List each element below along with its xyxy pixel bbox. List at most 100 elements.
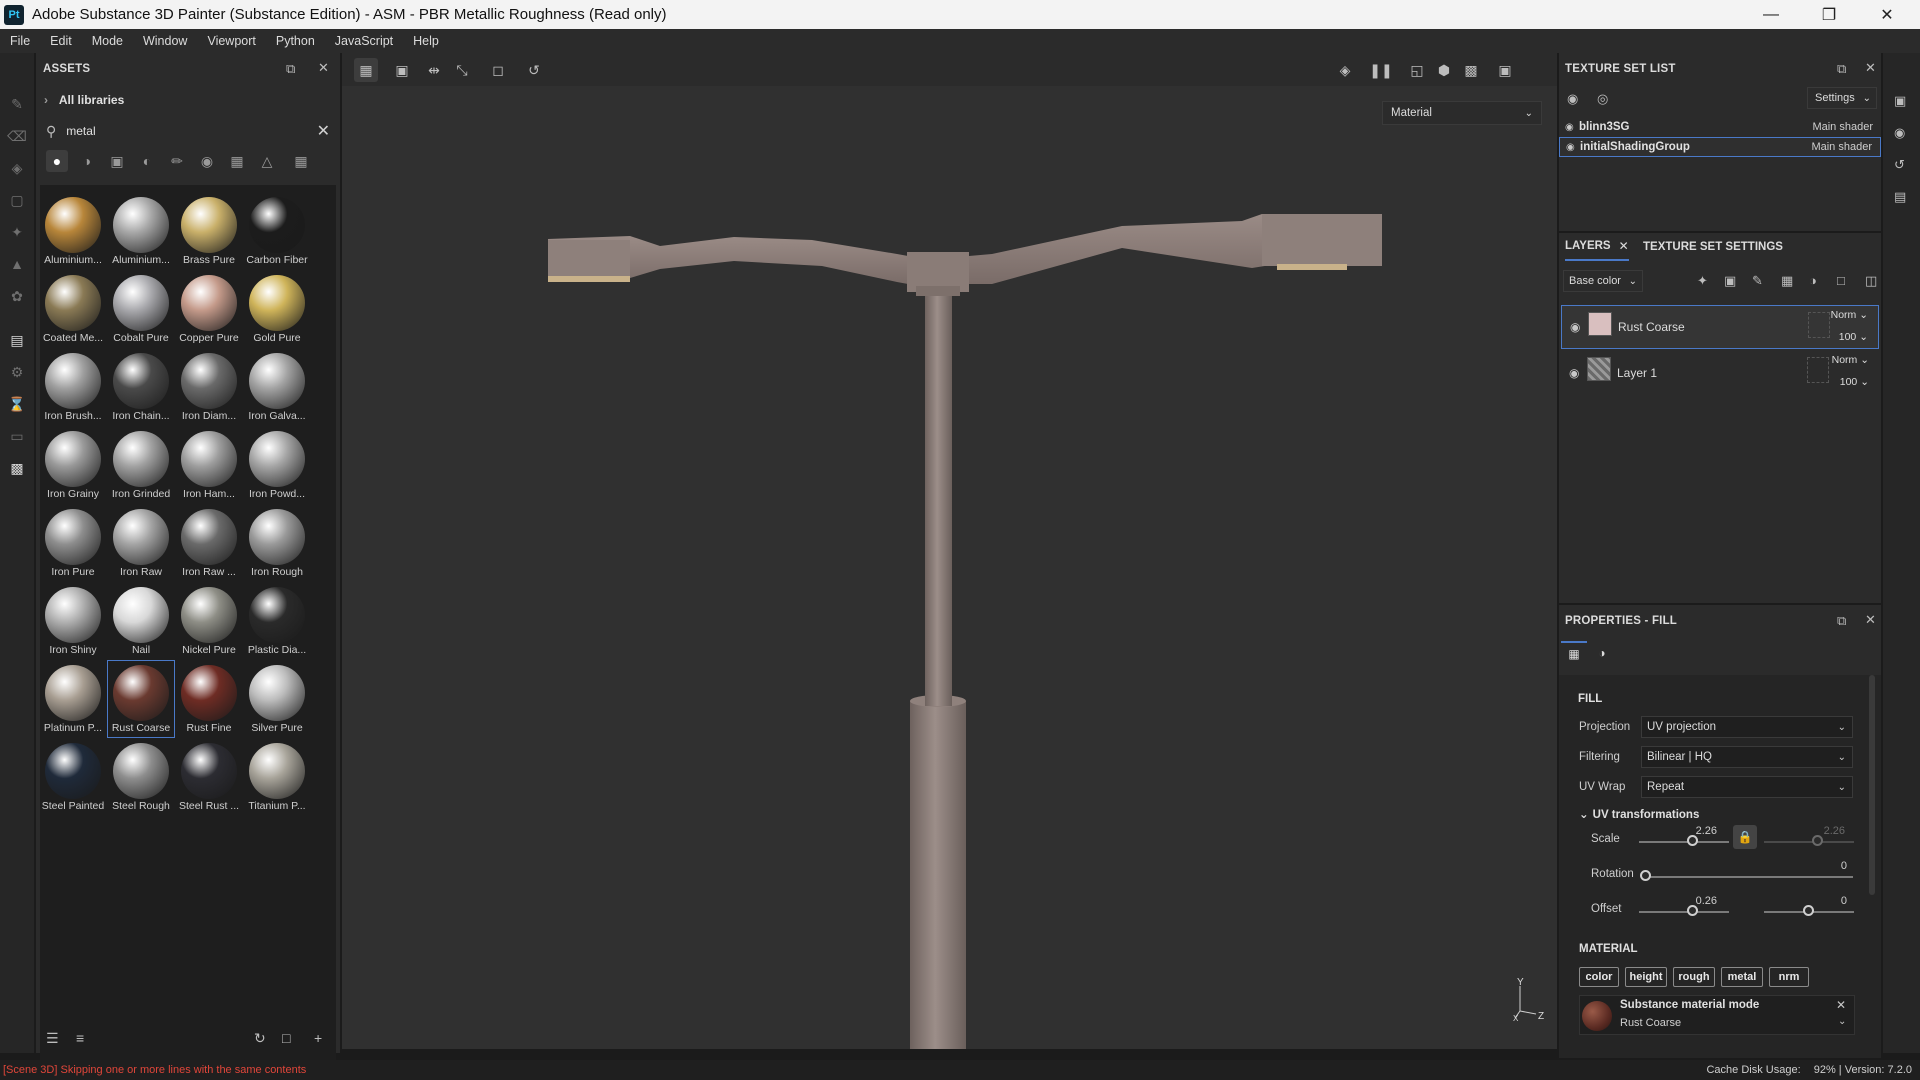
layer-row[interactable]: ◉ Layer 1 Norm ⌄ 100 ⌄ <box>1561 351 1879 395</box>
projection-dropdown[interactable]: UV projection ⌄ <box>1641 716 1853 738</box>
menu-window[interactable]: Window <box>133 34 197 48</box>
settings-dropdown[interactable]: Settings ⌄ <box>1807 87 1877 109</box>
pause-render-icon[interactable]: ❚❚ <box>1369 58 1393 82</box>
scale-slider-knob[interactable] <box>1687 835 1698 846</box>
asset-tile[interactable]: Iron Rough <box>244 505 310 581</box>
asset-tile[interactable]: Steel Rough <box>108 739 174 815</box>
menu-edit[interactable]: Edit <box>40 34 82 48</box>
eye-visibility-icon[interactable]: ◉ <box>1567 91 1578 107</box>
channel-height-button[interactable]: height <box>1625 967 1667 987</box>
asset-tile[interactable]: Titanium P... <box>244 739 310 815</box>
close-panel-icon[interactable]: ✕ <box>1865 612 1876 628</box>
blend-mode-dropdown[interactable]: Norm ⌄ <box>1831 309 1868 321</box>
layout-grid-icon[interactable]: ▣ <box>390 58 414 82</box>
asset-tile[interactable]: Nickel Pure <box>176 583 242 659</box>
environment-icon[interactable]: ◉ <box>1894 125 1905 141</box>
camera-icon[interactable]: ▩ <box>1459 58 1483 82</box>
close-panel-icon[interactable]: ✕ <box>1865 60 1876 76</box>
add-folder-icon[interactable]: □ <box>1837 273 1845 288</box>
offset-slider-knob-1[interactable] <box>1687 905 1698 916</box>
display-settings-icon[interactable]: ▣ <box>1894 93 1906 109</box>
add-effect-icon[interactable]: ✦ <box>1697 273 1708 289</box>
eye-solo-icon[interactable]: ◎ <box>1597 91 1608 107</box>
asset-tile[interactable]: Cobalt Pure <box>108 271 174 347</box>
eye-icon[interactable]: ◉ <box>1566 142 1575 153</box>
float-panel-icon[interactable]: ⧉ <box>1837 61 1846 77</box>
add-paint-layer-icon[interactable]: ✎ <box>1752 273 1763 289</box>
reset-camera-icon[interactable]: ↺ <box>522 58 546 82</box>
scale-slider-track[interactable] <box>1639 841 1729 843</box>
menu-viewport[interactable]: Viewport <box>197 34 265 48</box>
add-fill-layer-icon[interactable]: ▦ <box>1781 273 1793 289</box>
measure-icon[interactable]: ⌛ <box>6 393 28 415</box>
menu-javascript[interactable]: JavaScript <box>325 34 403 48</box>
align-icon[interactable]: ⤡ <box>450 58 474 82</box>
channel-rough-button[interactable]: rough <box>1673 967 1715 987</box>
lock-icon[interactable]: 🔒 <box>1733 825 1757 849</box>
offset-slider-track-1[interactable] <box>1639 911 1729 913</box>
close-window-button[interactable]: ✕ <box>1858 0 1916 29</box>
sort-icon[interactable]: ≡ <box>76 1030 84 1046</box>
channel-color-button[interactable]: color <box>1579 967 1619 987</box>
close-tab-icon[interactable]: ✕ <box>1619 239 1629 253</box>
textures-filter-icon[interactable]: ▦ <box>226 150 248 172</box>
list-view-icon[interactable]: ☰ <box>46 1030 59 1047</box>
add-smart-material-icon[interactable]: ◑ <box>1809 273 1817 288</box>
asset-tile[interactable]: Brass Pure <box>176 193 242 269</box>
tab-layers[interactable]: LAYERS ✕ <box>1565 233 1629 261</box>
fit-view-icon[interactable]: ◻ <box>486 58 510 82</box>
screenshot-icon[interactable]: ▣ <box>1493 58 1517 82</box>
refresh-icon[interactable]: ↻ <box>254 1030 266 1047</box>
add-icon[interactable]: + <box>314 1030 322 1046</box>
uvwrap-dropdown[interactable]: Repeat ⌄ <box>1641 776 1853 798</box>
tab-texture-set-settings[interactable]: TEXTURE SET SETTINGS <box>1643 233 1783 261</box>
channel-dropdown[interactable]: Base color ⌄ <box>1563 270 1643 292</box>
close-icon[interactable]: ✕ <box>1836 998 1846 1012</box>
clear-search-icon[interactable]: ✕ <box>317 121 330 141</box>
menu-help[interactable]: Help <box>403 34 449 48</box>
particles-filter-icon[interactable]: ◉ <box>196 150 218 172</box>
asset-tile[interactable]: Iron Chain... <box>108 349 174 425</box>
hide-overlay-icon[interactable]: ◈ <box>1333 58 1357 82</box>
asset-tile[interactable]: Silver Pure <box>244 661 310 737</box>
clone-stamp-icon[interactable]: ▲ <box>6 253 28 275</box>
search-input[interactable] <box>66 124 267 138</box>
opacity-dropdown[interactable]: 100 ⌄ <box>1839 331 1868 343</box>
new-folder-icon[interactable]: □ <box>282 1030 290 1046</box>
asset-tile[interactable]: Gold Pure <box>244 271 310 347</box>
asset-tile[interactable]: Steel Painted <box>40 739 106 815</box>
uv-tool-icon[interactable]: ▭ <box>6 425 28 447</box>
asset-tile[interactable]: Carbon Fiber <box>244 193 310 269</box>
symmetry-icon[interactable]: ⇹ <box>422 58 446 82</box>
float-panel-icon[interactable]: ⧉ <box>286 61 295 77</box>
asset-tile[interactable]: Iron Raw ... <box>176 505 242 581</box>
materials-filter-icon[interactable]: ● <box>46 150 68 172</box>
asset-tile[interactable]: Rust Fine <box>176 661 242 737</box>
geometry-mask-icon[interactable]: ▢ <box>6 189 28 211</box>
view-2d-icon[interactable]: ◱ <box>1405 58 1429 82</box>
fill-tab-icon[interactable]: ▦ <box>1561 641 1587 665</box>
smart-masks-filter-icon[interactable]: ▣ <box>106 150 128 172</box>
close-panel-icon[interactable]: ✕ <box>318 60 329 76</box>
asset-tile[interactable]: Nail <box>108 583 174 659</box>
uv-transformations-toggle[interactable]: ⌄ UV transformations <box>1579 807 1699 821</box>
substance-material-box[interactable]: Substance material mode Rust Coarse ✕ ⌄ <box>1579 995 1855 1035</box>
delete-layer-icon[interactable]: ◫ <box>1865 273 1877 289</box>
channel-metal-button[interactable]: metal <box>1721 967 1763 987</box>
material-tab-icon[interactable]: ◑ <box>1589 641 1615 665</box>
polygon-fill-icon[interactable]: ▤ <box>6 329 28 351</box>
asset-tile[interactable]: Aluminium... <box>108 193 174 269</box>
smart-materials-filter-icon[interactable]: ◑ <box>76 150 98 172</box>
texture-set-row-selected[interactable]: ◉ initialShadingGroup Main shader <box>1559 137 1881 157</box>
asset-tile[interactable]: Plastic Dia... <box>244 583 310 659</box>
float-panel-icon[interactable]: ⧉ <box>1837 613 1846 629</box>
color-picker-icon[interactable]: ✿ <box>6 285 28 307</box>
smudge-icon[interactable]: ✦ <box>6 221 28 243</box>
offset-slider-knob-2[interactable] <box>1803 905 1814 916</box>
asset-tile[interactable]: Iron Ham... <box>176 427 242 503</box>
environments-filter-icon[interactable]: △ <box>256 150 278 172</box>
grid-view-icon[interactable]: ▦ <box>290 150 312 172</box>
restore-button[interactable]: ❐ <box>1800 0 1858 29</box>
projection-icon[interactable]: ◈ <box>6 157 28 179</box>
asset-tile[interactable]: Iron Powd... <box>244 427 310 503</box>
